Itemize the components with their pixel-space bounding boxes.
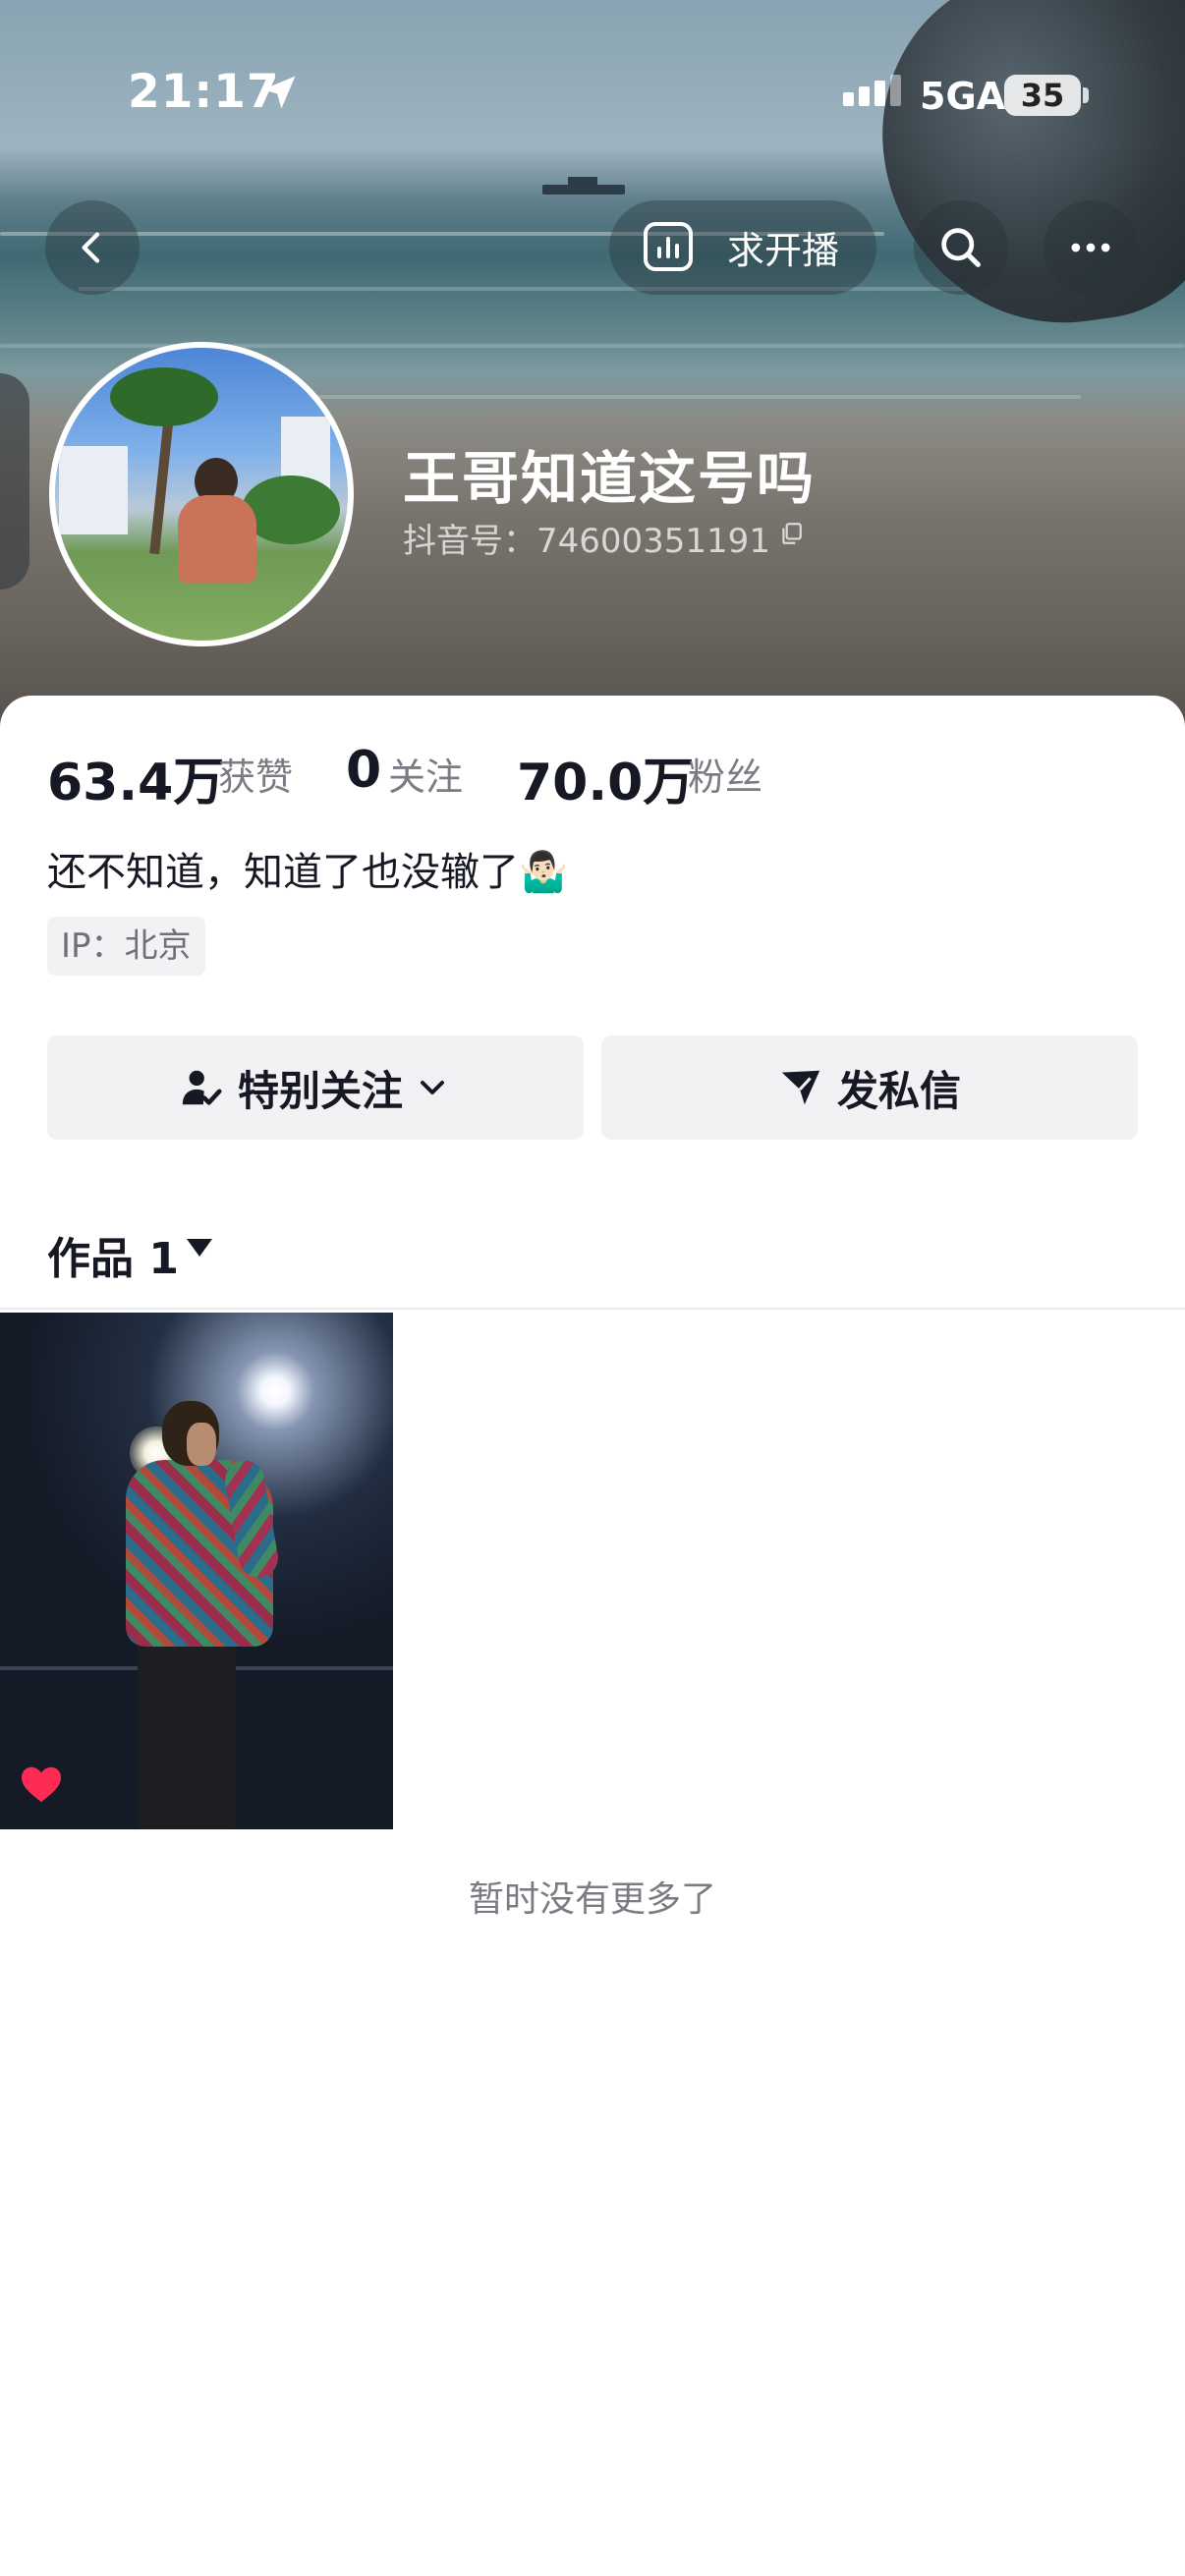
heart-icon bbox=[22, 1766, 61, 1803]
chevron-left-icon bbox=[82, 232, 100, 263]
tab-divider bbox=[0, 1308, 1185, 1310]
request-live-label: 求开播 bbox=[727, 229, 840, 272]
search-icon bbox=[941, 228, 981, 267]
followers-label: 粉丝 bbox=[688, 756, 763, 799]
location-arrow-icon bbox=[262, 76, 296, 109]
no-more-content-text: 暂时没有更多了 bbox=[468, 1879, 716, 1920]
following-count[interactable]: 0 bbox=[346, 741, 381, 800]
video-thumbnail[interactable] bbox=[0, 1313, 393, 1829]
tab-works[interactable]: 作品 1 bbox=[47, 1223, 179, 1286]
battery-nub bbox=[1083, 87, 1089, 103]
send-message-label: 发私信 bbox=[836, 1066, 961, 1115]
banner-wave bbox=[79, 287, 1061, 291]
likes-count[interactable]: 63.4万 bbox=[47, 741, 224, 814]
copy-icon[interactable] bbox=[778, 521, 804, 546]
following-label: 关注 bbox=[388, 756, 464, 799]
network-type: 5GA bbox=[920, 75, 1006, 118]
more-dots-icon bbox=[1071, 243, 1110, 252]
back-button[interactable] bbox=[45, 200, 140, 295]
avatar[interactable] bbox=[49, 342, 354, 646]
followers-count[interactable]: 70.0万 bbox=[517, 741, 694, 814]
special-follow-button[interactable]: 特别关注 bbox=[47, 1036, 584, 1140]
banner-shoulder-image bbox=[0, 373, 29, 589]
banner-wave bbox=[197, 395, 1081, 399]
chevron-down-icon bbox=[421, 1081, 444, 1094]
search-button[interactable] bbox=[914, 200, 1008, 295]
likes-label: 获赞 bbox=[218, 756, 294, 799]
battery-level: 35 bbox=[1020, 77, 1065, 114]
banner-cap-image bbox=[861, 0, 1185, 346]
more-button[interactable] bbox=[1044, 200, 1138, 295]
caret-down-icon[interactable] bbox=[187, 1239, 212, 1257]
user-check-icon bbox=[182, 1070, 222, 1105]
send-icon bbox=[781, 1070, 820, 1105]
send-message-button[interactable]: 发私信 bbox=[601, 1036, 1138, 1140]
live-chart-icon bbox=[644, 222, 693, 271]
douyin-id: 抖音号：74600351191 bbox=[403, 522, 770, 561]
profile-nickname: 王哥知道这号吗 bbox=[403, 445, 817, 512]
profile-bio: 还不知道，知道了也没辙了🤷🏻‍♂️ bbox=[47, 850, 568, 895]
special-follow-label: 特别关注 bbox=[237, 1066, 403, 1115]
banner-ship bbox=[542, 185, 625, 195]
ip-location-tag: IP：北京 bbox=[47, 917, 205, 976]
